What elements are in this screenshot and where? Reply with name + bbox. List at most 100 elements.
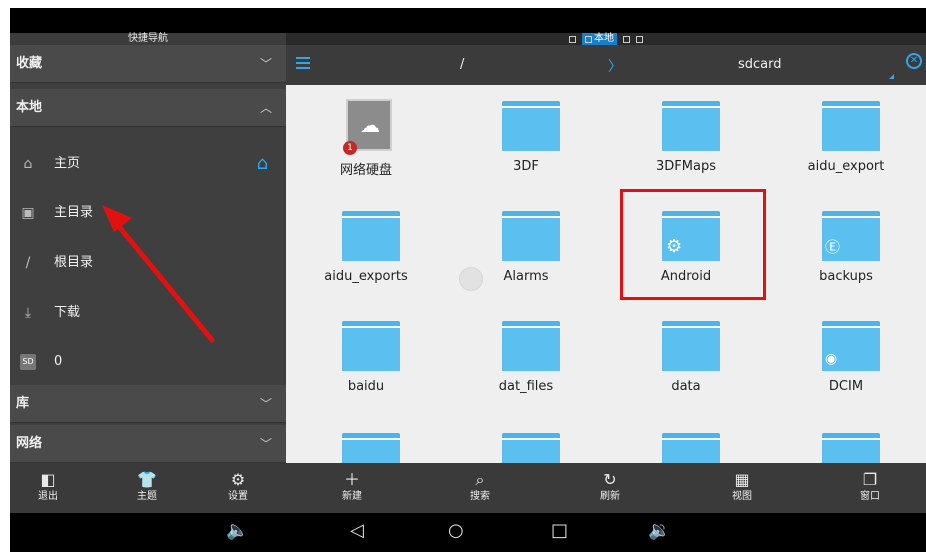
breadcrumb-root[interactable]: / bbox=[460, 57, 464, 72]
file-item-folder[interactable]: aidu_export bbox=[766, 85, 926, 193]
toolbar-label: 新建 bbox=[342, 491, 362, 502]
refresh-button[interactable]: ↻ 刷新 bbox=[580, 463, 640, 513]
file-name: DCIM bbox=[828, 379, 864, 394]
sidebar-item-root-directory[interactable]: / 根目录 bbox=[10, 238, 286, 288]
file-item-folder[interactable]: aidu_exports bbox=[286, 195, 446, 303]
folder-icon[interactable] bbox=[342, 433, 400, 463]
toolbar-label: 设置 bbox=[228, 491, 248, 502]
back-icon[interactable]: ◁ bbox=[350, 521, 364, 541]
file-item-folder[interactable]: ◉ DCIM bbox=[766, 305, 926, 413]
volume-up-icon[interactable]: 🔉 bbox=[648, 521, 670, 541]
file-item-folder[interactable]: 3DF bbox=[446, 85, 606, 193]
toolbar-label: 视图 bbox=[732, 491, 752, 502]
camera-icon: ◉ bbox=[825, 351, 838, 367]
device-screen: 快捷导航 本地 收藏 ﹀ 本地 ︿ ⌂ 主页 ⌂ ▣ 主目录 / 根目录 ⤓ 下… bbox=[10, 8, 926, 552]
file-item-folder[interactable]: Ⓔ backups bbox=[766, 195, 926, 303]
sidebar: 收藏 ﹀ 本地 ︿ ⌂ 主页 ⌂ ▣ 主目录 / 根目录 ⤓ 下载 SD 0 库… bbox=[10, 45, 286, 463]
folder-icon bbox=[662, 101, 720, 151]
recents-icon[interactable]: □ bbox=[551, 521, 568, 541]
chevron-up-icon: ︿ bbox=[259, 101, 272, 115]
breadcrumb-separator: 〉 bbox=[608, 59, 622, 75]
file-item-folder[interactable]: dat_files bbox=[446, 305, 606, 413]
section-local[interactable]: 本地 ︿ bbox=[10, 89, 286, 127]
refresh-icon: ↻ bbox=[603, 470, 617, 489]
folder-icon bbox=[662, 321, 720, 371]
menu-icon[interactable] bbox=[296, 57, 310, 69]
file-name: dat_files bbox=[498, 379, 554, 394]
download-icon: ⤓ bbox=[24, 305, 32, 321]
folder-icon bbox=[822, 101, 880, 151]
folder-icon[interactable] bbox=[662, 433, 720, 463]
search-icon: ⌕ bbox=[475, 470, 485, 489]
sidebar-item-label: 下载 bbox=[54, 305, 81, 320]
notification-badge: 1 bbox=[343, 141, 357, 155]
sidebar-item-sd-card[interactable]: SD 0 bbox=[10, 337, 286, 387]
file-item-folder[interactable]: 3DFMaps bbox=[606, 85, 766, 193]
file-name: 3DFMaps bbox=[656, 159, 716, 174]
main-toolbar: ＋ 新建 ⌕ 搜索 ↻ 刷新 ▦ 视图 ❐ 窗口 bbox=[286, 463, 926, 513]
file-name: baidu bbox=[347, 379, 385, 394]
settings-button[interactable]: ⚙ 设置 bbox=[208, 463, 268, 513]
file-name: data bbox=[671, 379, 701, 394]
file-name: 网络硬盘 bbox=[339, 163, 392, 178]
sidebar-item-label: 主页 bbox=[54, 156, 81, 171]
local-mode-tab[interactable]: 本地 bbox=[582, 33, 617, 45]
home-mode-icon[interactable] bbox=[569, 35, 576, 43]
new-button[interactable]: ＋ 新建 bbox=[322, 463, 382, 513]
search-button[interactable]: ⌕ 搜索 bbox=[450, 463, 510, 513]
path-dropdown-corner-icon[interactable] bbox=[889, 74, 894, 79]
folder-icon[interactable] bbox=[822, 433, 880, 463]
toolbar-label: 窗口 bbox=[860, 491, 880, 502]
close-icon[interactable]: ✕ bbox=[906, 53, 922, 69]
file-grid: ☁ 1 网络硬盘 3DF 3DFMaps aidu_export aidu_ex… bbox=[286, 85, 926, 463]
slash-icon: / bbox=[25, 255, 31, 271]
section-library[interactable]: 库 ﹀ bbox=[10, 385, 286, 423]
file-item-folder[interactable]: data bbox=[606, 305, 766, 413]
file-item-folder[interactable]: baidu bbox=[286, 305, 446, 413]
sd-card-icon: SD bbox=[20, 354, 36, 370]
section-favorites[interactable]: 收藏 ﹀ bbox=[10, 45, 286, 83]
sidebar-item-home[interactable]: ⌂ 主页 ⌂ bbox=[10, 139, 286, 189]
folder-icon: ◉ bbox=[822, 321, 880, 371]
sidebar-item-label: 根目录 bbox=[54, 255, 94, 270]
chevron-down-icon: ﹀ bbox=[259, 397, 272, 411]
window-mode-strip: 本地 bbox=[286, 33, 926, 45]
exit-icon: ◧ bbox=[40, 470, 56, 489]
split-mode-icon[interactable] bbox=[636, 35, 643, 43]
folder-icon bbox=[342, 211, 400, 261]
sidebar-item-main-directory[interactable]: ▣ 主目录 bbox=[10, 188, 286, 238]
volume-down-icon[interactable]: 🔈 bbox=[226, 521, 248, 541]
section-local-label: 本地 bbox=[16, 100, 43, 115]
home-icon[interactable]: ○ bbox=[448, 521, 464, 541]
windows-button[interactable]: ❐ 窗口 bbox=[840, 463, 900, 513]
window-mode-icon[interactable] bbox=[623, 35, 630, 43]
file-item-cloud-drive[interactable]: ☁ 1 网络硬盘 bbox=[286, 85, 446, 193]
file-name: backups bbox=[819, 269, 873, 284]
sidebar-item-label: 0 bbox=[54, 354, 63, 369]
exit-button[interactable]: ◧ 退出 bbox=[18, 463, 78, 513]
sidebar-title: 快捷导航 bbox=[10, 33, 286, 45]
toolbar-label: 刷新 bbox=[600, 491, 620, 502]
folder-icon bbox=[502, 321, 560, 371]
grid-view-icon: ▦ bbox=[734, 470, 750, 489]
folder-icon[interactable] bbox=[502, 433, 560, 463]
chevron-down-icon: ﹀ bbox=[259, 57, 272, 71]
file-name: aidu_exports bbox=[324, 269, 408, 284]
breadcrumb-current[interactable]: sdcard bbox=[738, 57, 782, 72]
section-library-label: 库 bbox=[16, 396, 30, 411]
section-network[interactable]: 网络 ﹀ bbox=[10, 425, 286, 463]
local-mode-icon bbox=[585, 35, 592, 43]
file-name: aidu_export bbox=[807, 159, 885, 174]
highlight-box bbox=[620, 189, 766, 300]
sidebar-item-download[interactable]: ⤓ 下载 bbox=[10, 288, 286, 338]
cloud-drive-icon: ☁ 1 bbox=[343, 99, 392, 155]
theme-button[interactable]: 👕 主题 bbox=[117, 463, 177, 513]
home-icon: ⌂ bbox=[23, 156, 33, 172]
toolbar-label: 主题 bbox=[137, 491, 157, 502]
view-button[interactable]: ▦ 视图 bbox=[712, 463, 772, 513]
toolbar-label: 退出 bbox=[38, 491, 58, 502]
folder-camera-icon: ▣ bbox=[21, 205, 35, 221]
local-mode-label: 本地 bbox=[594, 33, 614, 44]
section-network-label: 网络 bbox=[16, 436, 43, 451]
folder-icon bbox=[502, 211, 560, 261]
